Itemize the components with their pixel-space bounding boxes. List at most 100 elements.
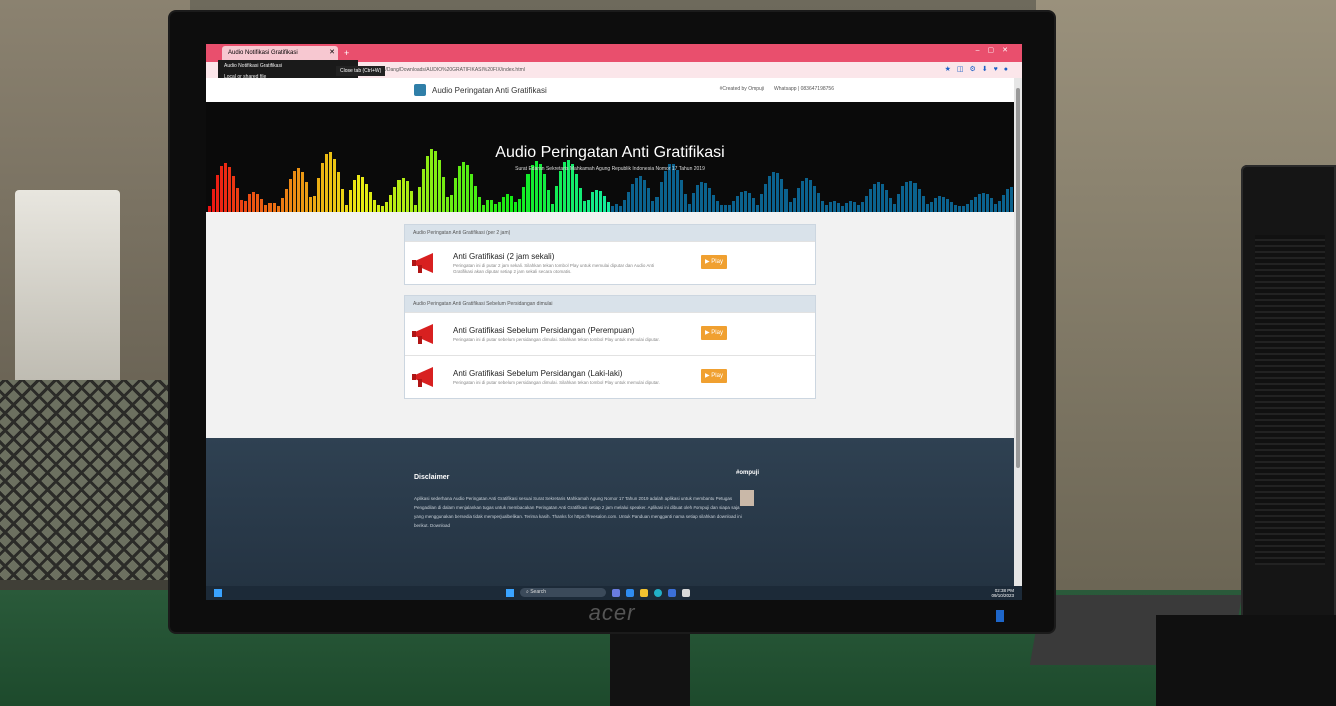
clock-date: 09/10/2023 — [991, 593, 1014, 598]
hero-title: Audio Peringatan Anti Gratifikasi — [495, 144, 725, 161]
waveform-bar — [393, 186, 397, 212]
start-icon[interactable] — [506, 588, 514, 597]
task-view-icon[interactable] — [612, 588, 620, 597]
waveform-bar — [1006, 189, 1010, 212]
waveform-bar — [961, 205, 965, 212]
page-scrollbar[interactable] — [1014, 78, 1022, 588]
address-text: C:/Users/Dang/Downloads/AUDIO%20GRATIFIK… — [366, 67, 525, 73]
waveform-bar — [341, 188, 345, 212]
waveform-bar — [913, 183, 917, 212]
waveform-bar — [296, 168, 300, 212]
waveform-bar — [635, 178, 639, 212]
waveform-bar — [840, 205, 844, 212]
scrollbar-thumb[interactable] — [1016, 88, 1020, 468]
waveform-bar — [812, 185, 816, 212]
waveform-bar — [498, 202, 502, 212]
waveform-bar — [998, 201, 1002, 212]
file-explorer-icon[interactable] — [640, 588, 648, 597]
item-title: Anti Gratifikasi Sebelum Persidangan (Pe… — [453, 325, 635, 335]
chat-icon[interactable] — [626, 588, 634, 597]
waveform-bar — [478, 197, 482, 212]
widgets-icon[interactable] — [214, 589, 222, 597]
browser-tab[interactable]: Audio Notifikasi Gratifikasi ✕ — [222, 46, 338, 60]
footer: Disclaimer Aplikasi sederhana Audio Peri… — [206, 438, 1014, 588]
site-title[interactable]: Audio Peringatan Anti Gratifikasi — [432, 86, 547, 95]
waveform-bar — [510, 195, 514, 212]
waveform-bar — [857, 204, 861, 212]
waveform-bar — [466, 165, 470, 212]
waveform-bar — [292, 170, 296, 212]
waveform-bar — [220, 165, 224, 212]
waveform-bar — [369, 192, 373, 212]
waveform-bar — [1010, 186, 1014, 212]
waveform-bar — [744, 190, 748, 212]
waveform-bar — [453, 177, 457, 212]
panel-before-trial: Audio Peringatan Anti Gratifikasi Sebelu… — [404, 295, 816, 399]
nav-credit[interactable]: #Created by Ompuji — [720, 86, 764, 92]
waveform-bar — [264, 204, 268, 212]
waveform-bar — [337, 171, 341, 212]
waveform-bar — [353, 179, 357, 212]
taskbar-search[interactable]: ⌕ Search — [520, 588, 606, 597]
megaphone-icon — [411, 366, 441, 388]
waveform-bar — [256, 194, 260, 212]
monitor-stand — [610, 630, 690, 706]
waveform-bar — [917, 188, 921, 212]
waveform-bar — [820, 200, 824, 212]
nav-whatsapp[interactable]: Whatsapp | 083647198756 — [774, 86, 834, 92]
system-tray[interactable]: 02:38 PM 09/10/2023 — [991, 588, 1014, 598]
toolbar-icons[interactable]: ★◫⚙⬇♥● — [945, 65, 1014, 73]
waveform-bar — [659, 182, 663, 212]
waveform-bar — [639, 176, 643, 212]
waveform-bar — [389, 194, 393, 212]
waveform-bar — [441, 176, 445, 212]
waveform-bar — [611, 205, 615, 212]
waveform-bar — [514, 202, 518, 212]
site-logo-icon[interactable] — [414, 84, 426, 96]
play-button[interactable]: ▶ Play — [701, 255, 727, 269]
waveform-bar — [280, 198, 284, 212]
waveform-bar — [268, 203, 272, 212]
waveform-bar — [824, 205, 828, 212]
monitor: Audio Notifikasi Gratifikasi ✕ + –▢✕ C:/… — [170, 12, 1054, 632]
waveform-bar — [953, 204, 957, 212]
waveform-bar — [381, 205, 385, 212]
waveform-bar — [699, 181, 703, 212]
close-icon[interactable]: ✕ — [329, 46, 335, 60]
waveform-bar — [848, 201, 852, 212]
wire-fence — [0, 380, 180, 580]
edge-icon[interactable] — [654, 588, 662, 597]
waveform-bar — [816, 193, 820, 212]
waveform-bar — [599, 191, 603, 212]
monitor-brand-logo: acer — [588, 600, 636, 625]
app-icon[interactable] — [682, 588, 690, 597]
waveform-bar — [582, 201, 586, 212]
play-button[interactable]: ▶ Play — [701, 326, 727, 340]
waveform-bar — [784, 189, 788, 212]
waveform-bar — [623, 200, 627, 212]
waveform-bar — [990, 198, 994, 212]
waveform-bar — [869, 189, 873, 212]
waveform-bar — [284, 188, 288, 212]
waveform-bar — [909, 180, 913, 212]
waveform-bar — [1002, 194, 1006, 212]
waveform-bar — [542, 174, 546, 212]
waveform-bar — [772, 172, 776, 212]
new-tab-icon[interactable]: + — [344, 48, 349, 58]
list-item: Anti Gratifikasi (2 jam sekali) Peringat… — [405, 241, 815, 284]
waveform-bar — [361, 177, 365, 212]
waveform-bar — [232, 175, 236, 212]
waveform-bar — [752, 198, 756, 212]
item-description: Peringatan ini di putar sebelum persidan… — [453, 336, 660, 342]
waveform-bar — [965, 203, 969, 212]
waveform-bar — [276, 205, 280, 212]
window-controls[interactable]: –▢✕ — [976, 46, 1016, 54]
disclaimer-title: Disclaimer — [414, 474, 450, 481]
waveform-bar — [897, 194, 901, 212]
waveform-bar — [619, 205, 623, 212]
waveform-bar — [861, 202, 865, 212]
waveform-bar — [957, 205, 961, 212]
waveform-bar — [736, 195, 740, 212]
store-icon[interactable] — [668, 588, 676, 597]
play-button[interactable]: ▶ Play — [701, 369, 727, 383]
